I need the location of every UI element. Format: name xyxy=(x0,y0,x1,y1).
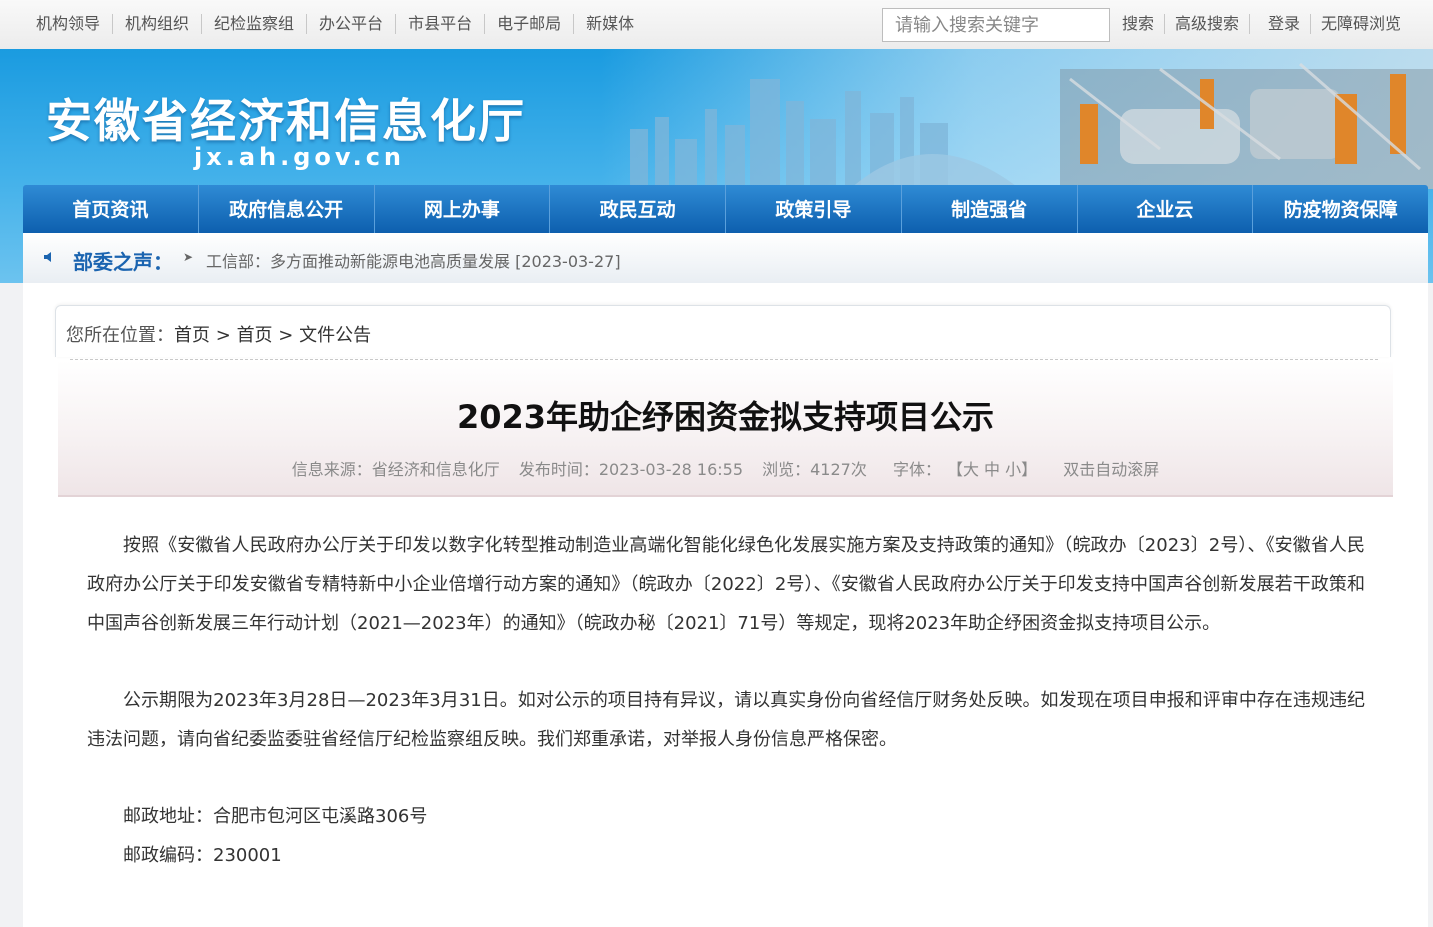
login-link[interactable]: 登录 xyxy=(1258,14,1312,34)
nav-item-policy[interactable]: 政策引导 xyxy=(726,185,902,233)
nav-item-enterprise-cloud[interactable]: 企业云 xyxy=(1078,185,1254,233)
nav-item-interaction[interactable]: 政民互动 xyxy=(550,185,726,233)
nav-item-gov-info[interactable]: 政府信息公开 xyxy=(199,185,375,233)
breadcrumb-item-home[interactable]: 首页 xyxy=(174,325,210,346)
nav-item-manufacturing[interactable]: 制造强省 xyxy=(902,185,1078,233)
autoscroll-hint[interactable]: 双击自动滚屏 xyxy=(1063,460,1159,479)
search-button[interactable]: 搜索 xyxy=(1112,14,1166,34)
top-utility-bar: 机构领导 机构组织 纪检监察组 办公平台 市县平台 电子邮局 新媒体 搜索 高级… xyxy=(0,0,1433,50)
nav-item-epidemic-supplies[interactable]: 防疫物资保障 xyxy=(1253,185,1428,233)
top-right-links: 搜索 高级搜索 登录 无障碍浏览 xyxy=(1112,14,1411,34)
article-title: 2023年助企纾困资金拟支持项目公示 xyxy=(456,398,995,436)
article-paragraph: 按照《安徽省人民政府办公厅关于印发以数字化转型推动制造业高端化智能化绿色化发展实… xyxy=(87,535,1365,634)
top-link-city-county[interactable]: 市县平台 xyxy=(396,14,486,34)
nav-item-home[interactable]: 首页资讯 xyxy=(23,185,199,233)
search-input[interactable] xyxy=(882,8,1110,42)
font-size-label: 字体： xyxy=(892,460,941,479)
top-link-email[interactable]: 电子邮局 xyxy=(485,14,575,34)
font-size-options[interactable]: 【大 中 小】 xyxy=(955,460,1037,479)
top-link-organization[interactable]: 机构组织 xyxy=(113,14,203,34)
site-title: 安徽省经济和信息化厅 xyxy=(46,94,526,148)
advanced-search-link[interactable]: 高级搜索 xyxy=(1165,14,1251,34)
top-links: 机构领导 机构组织 纪检监察组 办公平台 市县平台 电子邮局 新媒体 xyxy=(24,14,646,34)
accessibility-link[interactable]: 无障碍浏览 xyxy=(1311,14,1411,34)
content-panel: 您所在位置：首页 > 首页 > 文件公告 2023年助企纾困资金拟支持项目公示 … xyxy=(23,283,1428,927)
article-source: 信息来源：省经济和信息化厅 xyxy=(291,460,500,479)
postal-code: 邮政编码：230001 xyxy=(123,845,282,866)
notice-bar: 部委之声： ➤ 工信部：多方面推动新能源电池高质量发展 [2023-03-27] xyxy=(23,233,1428,284)
breadcrumb-separator: > xyxy=(215,325,231,346)
breadcrumb: 您所在位置：首页 > 首页 > 文件公告 xyxy=(55,305,1391,360)
top-link-discipline[interactable]: 纪检监察组 xyxy=(202,14,308,34)
nav-item-online-services[interactable]: 网上办事 xyxy=(375,185,551,233)
banner-cityscape-image xyxy=(600,49,1433,189)
article-header: 2023年助企纾困资金拟支持项目公示 信息来源：省经济和信息化厅 发布时间：20… xyxy=(58,360,1393,497)
article-meta: 信息来源：省经济和信息化厅 发布时间：2023-03-28 16:55 浏览：4… xyxy=(58,456,1393,480)
speaker-icon xyxy=(44,252,51,262)
top-link-office[interactable]: 办公平台 xyxy=(307,14,397,34)
main-nav: 首页资讯 政府信息公开 网上办事 政民互动 政策引导 制造强省 企业云 防疫物资… xyxy=(23,185,1428,233)
breadcrumb-prefix: 您所在位置： xyxy=(66,325,174,346)
article-views: 浏览：4127次 xyxy=(762,460,867,479)
breadcrumb-item-home-2[interactable]: 首页 xyxy=(237,325,273,346)
top-link-leaders[interactable]: 机构领导 xyxy=(24,14,114,34)
arrow-right-icon: ➤ xyxy=(183,250,194,264)
font-size-control: 字体： 【大 中 小】 xyxy=(886,460,1044,479)
breadcrumb-item-announcements[interactable]: 文件公告 xyxy=(299,325,371,346)
notice-label: 部委之声： xyxy=(73,250,173,274)
article-paragraph: 公示期限为2023年3月28日—2023年3月31日。如对公示的项目持有异议，请… xyxy=(87,690,1365,750)
postal-address: 邮政地址：合肥市包河区屯溪路306号 xyxy=(123,806,428,827)
site-domain: jx.ah.gov.cn xyxy=(194,143,406,171)
breadcrumb-text: 您所在位置：首页 > 首页 > 文件公告 xyxy=(66,321,371,347)
notice-message-link[interactable]: 工信部：多方面推动新能源电池高质量发展 [2023-03-27] xyxy=(206,248,621,272)
article-published: 发布时间：2023-03-28 16:55 xyxy=(518,460,744,479)
article-body: 按照《安徽省人民政府办公厅关于印发以数字化转型推动制造业高端化智能化绿色化发展实… xyxy=(87,526,1365,875)
top-link-new-media[interactable]: 新媒体 xyxy=(574,14,646,34)
breadcrumb-separator: > xyxy=(278,325,294,346)
